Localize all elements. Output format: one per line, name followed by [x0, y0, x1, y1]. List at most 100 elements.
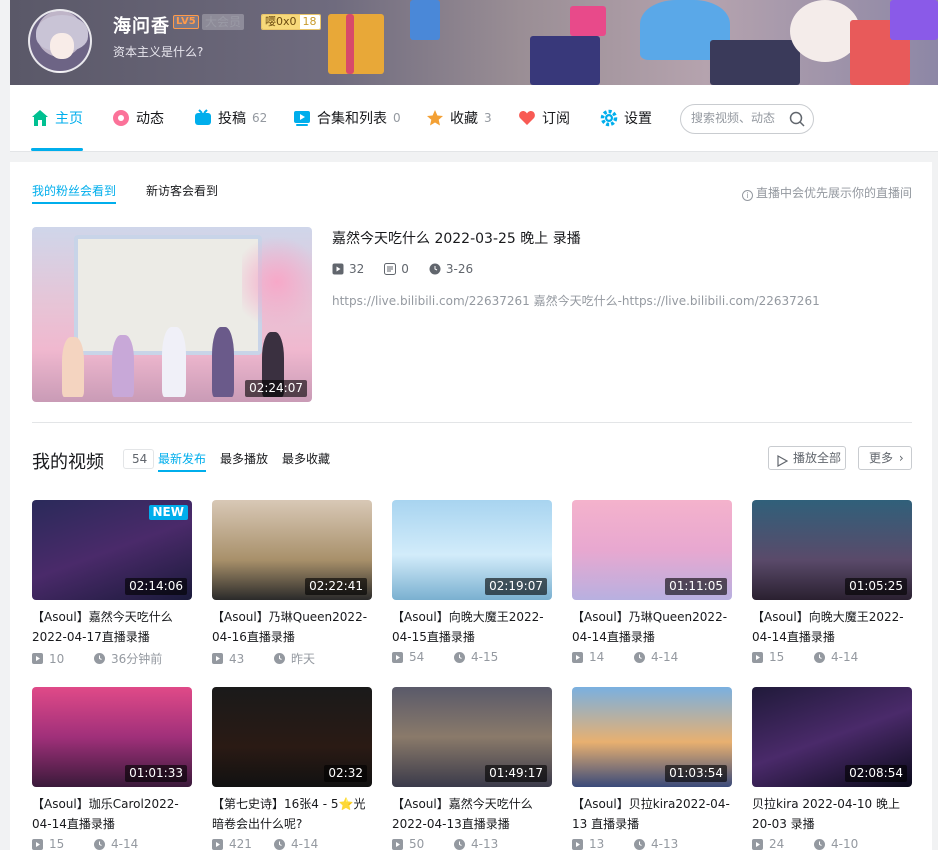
video-card[interactable]: NEW 02:14:06 【Asoul】嘉然今天吃什么2022-04-17直播录播 1…	[32, 500, 192, 667]
clock-icon	[274, 653, 285, 664]
video-thumbnail[interactable]: NEW 02:14:06	[32, 500, 192, 600]
clock-icon	[454, 651, 465, 663]
play-count-icon	[212, 838, 223, 850]
pinned-video-title[interactable]: 嘉然今天吃什么 2022-03-25 晚上 录播	[332, 228, 581, 248]
video-card[interactable]: 02:08:54 贝拉kira 2022-04-10 晚上 20-03 录播 24 4…	[752, 687, 912, 850]
video-meta: 13 4-13	[572, 837, 732, 850]
tab-settings[interactable]: 设置	[600, 85, 652, 151]
gift-box-decoration	[328, 14, 384, 74]
gift-box-decoration	[530, 36, 600, 85]
fan-medal[interactable]: 嘤0x0 18	[261, 14, 321, 30]
video-title[interactable]: 【Asoul】乃琳Queen2022-04-16直播录播	[212, 607, 372, 647]
video-title[interactable]: 【Asoul】嘉然今天吃什么2022-04-17直播录播	[32, 607, 192, 647]
tab-favorites[interactable]: 收藏 3	[426, 85, 492, 151]
video-thumbnail[interactable]: 01:01:33	[32, 687, 192, 787]
video-card[interactable]: 01:01:33 【Asoul】珈乐Carol2022-04-14直播录播 15 4-…	[32, 687, 192, 850]
gift-box-decoration	[410, 0, 440, 40]
video-thumbnail[interactable]: 01:49:17	[392, 687, 552, 787]
avatar[interactable]	[28, 9, 92, 73]
chevron-right-icon: ›	[898, 451, 904, 465]
tab-subscriptions[interactable]: 订阅	[518, 85, 570, 151]
clock-icon	[814, 838, 825, 850]
video-card[interactable]: 02:19:07 【Asoul】向晚大魔王2022-04-15直播录播 54 4-15	[392, 500, 552, 664]
main-content: 我的粉丝会看到 新访客会看到 i 直播中会优先展示你的直播间 02:24:07 嘉…	[10, 162, 932, 850]
video-meta: 421 4-14	[212, 837, 372, 850]
video-card[interactable]: 02:22:41 【Asoul】乃琳Queen2022-04-16直播录播 43 昨天	[212, 500, 372, 667]
video-thumbnail[interactable]: 02:32	[212, 687, 372, 787]
video-thumbnail[interactable]: 01:05:25	[752, 500, 912, 600]
video-title[interactable]: 贝拉kira 2022-04-10 晚上 20-03 录播	[752, 794, 912, 834]
video-title[interactable]: 【Asoul】向晚大魔王2022-04-14直播录播	[752, 607, 912, 647]
video-thumbnail[interactable]: 02:22:41	[212, 500, 372, 600]
pinned-video-thumbnail[interactable]: 02:24:07	[32, 227, 312, 402]
clock-icon	[94, 653, 105, 664]
tab-fans-see[interactable]: 我的粉丝会看到	[32, 182, 117, 204]
gear-icon	[600, 109, 618, 127]
tab-count: 0	[393, 111, 401, 125]
video-meta: 14 4-14	[572, 650, 732, 664]
video-card[interactable]: 01:03:54 【Asoul】贝拉kira2022-04-13 直播录播 13 4-…	[572, 687, 732, 850]
gift-ribbon-decoration	[346, 14, 354, 74]
video-meta: 10 36分钟前	[32, 650, 192, 667]
tab-dynamic[interactable]: 动态	[112, 85, 164, 151]
clock-icon	[814, 651, 825, 663]
user-sign[interactable]: 资本主义是什么?	[113, 43, 203, 60]
video-card[interactable]: 01:05:25 【Asoul】向晚大魔王2022-04-14直播录播 15 4-14	[752, 500, 912, 664]
video-card[interactable]: 01:49:17 【Asoul】嘉然今天吃什么2022-04-13直播录播 50 4-…	[392, 687, 552, 850]
video-card[interactable]: 02:32 【第七史诗】16张4 - 5⭐光暗卷会出什么呢? 421 4-14	[212, 687, 372, 850]
profile-banner: 海问香 LV5 大会员 嘤0x0 18 资本主义是什么?	[10, 0, 938, 85]
clock-icon	[634, 838, 645, 850]
tab-label: 合集和列表	[317, 111, 387, 127]
heart-icon	[518, 109, 536, 127]
video-duration: 02:14:06	[125, 578, 187, 595]
live-priority-hint: i 直播中会优先展示你的直播间	[741, 184, 912, 201]
clock-icon	[94, 838, 105, 850]
play-count-icon	[332, 263, 344, 275]
more-button[interactable]: 更多 ›	[858, 446, 912, 470]
tab-home[interactable]: 主页	[31, 85, 83, 151]
tab-label: 主页	[55, 111, 83, 127]
video-meta: 15 4-14	[752, 650, 912, 664]
video-duration: 02:24:07	[245, 380, 307, 397]
pinned-video-description: https://live.bilibili.com/22637261 嘉然今天吃…	[332, 294, 820, 308]
play-count-icon	[212, 653, 223, 664]
flower-icon	[112, 109, 130, 127]
playlist-icon	[293, 109, 311, 127]
tab-uploads[interactable]: 投稿 62	[194, 85, 267, 151]
tab-collections[interactable]: 合集和列表 0	[293, 85, 401, 151]
video-title[interactable]: 【第七史诗】16张4 - 5⭐光暗卷会出什么呢?	[212, 794, 372, 834]
space-search[interactable]	[680, 104, 814, 134]
tab-count: 62	[252, 111, 268, 125]
video-meta: 50 4-13	[392, 837, 552, 850]
video-title[interactable]: 【Asoul】贝拉kira2022-04-13 直播录播	[572, 794, 732, 834]
search-icon[interactable]	[789, 111, 805, 127]
video-thumbnail[interactable]: 01:11:05	[572, 500, 732, 600]
play-all-button[interactable]: 播放全部	[768, 446, 846, 470]
username: 海问香	[113, 16, 170, 37]
sort-most-favorited[interactable]: 最多收藏	[282, 450, 330, 472]
video-title[interactable]: 【Asoul】乃琳Queen2022-04-14直播录播	[572, 607, 732, 647]
video-card[interactable]: 01:11:05 【Asoul】乃琳Queen2022-04-14直播录播 14 4-…	[572, 500, 732, 664]
space-nav: 主页 动态 投稿 62 合集和列表 0 收藏 3 订阅 设置 搜索视频、动态	[10, 85, 938, 152]
sort-newest[interactable]: 最新发布	[158, 450, 207, 472]
video-duration: 01:03:54	[665, 765, 727, 782]
gift-box-decoration	[570, 6, 606, 36]
video-title[interactable]: 【Asoul】向晚大魔王2022-04-15直播录播	[392, 607, 552, 647]
search-input[interactable]	[691, 111, 783, 125]
video-meta: 24 4-10	[752, 837, 912, 850]
video-thumbnail[interactable]: 02:08:54	[752, 687, 912, 787]
video-title[interactable]: 【Asoul】嘉然今天吃什么2022-04-13直播录播	[392, 794, 552, 834]
video-duration: 01:05:25	[845, 578, 907, 595]
tab-new-visitors-see[interactable]: 新访客会看到	[146, 182, 218, 204]
clock-icon	[634, 651, 645, 663]
play-count-icon	[752, 838, 763, 850]
video-meta: 15 4-14	[32, 837, 192, 850]
video-title[interactable]: 【Asoul】珈乐Carol2022-04-14直播录播	[32, 794, 192, 834]
video-thumbnail[interactable]: 01:03:54	[572, 687, 732, 787]
tab-label: 动态	[136, 111, 164, 127]
video-thumbnail[interactable]: 02:19:07	[392, 500, 552, 600]
divider	[32, 422, 912, 423]
sort-most-played[interactable]: 最多播放	[220, 450, 268, 472]
video-count-badge: 54	[123, 449, 155, 469]
video-duration: 01:49:17	[485, 765, 547, 782]
